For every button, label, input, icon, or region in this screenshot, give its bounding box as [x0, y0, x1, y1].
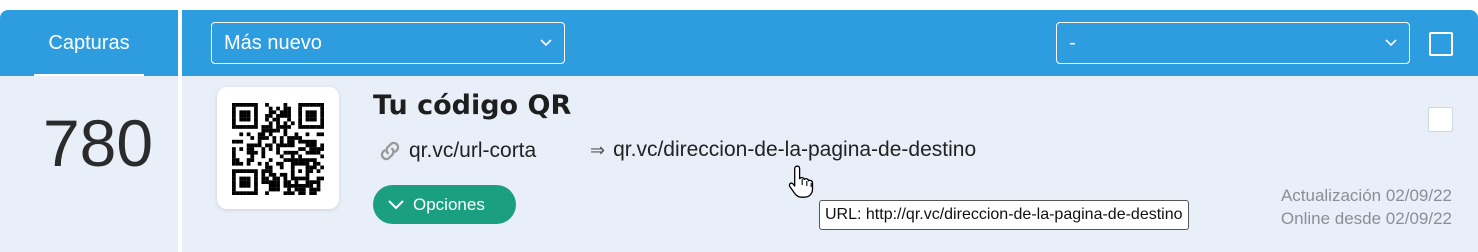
filter-select-value: -	[1069, 31, 1076, 54]
row-select-checkbox[interactable]	[1428, 107, 1453, 132]
short-url-link[interactable]: qr.vc/url-corta	[377, 138, 536, 164]
options-button-label: Opciones	[413, 194, 485, 214]
filter-select[interactable]: -	[1056, 22, 1410, 64]
url-tooltip: URL: http://qr.vc/direccion-de-la-pagina…	[819, 200, 1189, 230]
qr-code-dates: Actualización 02/09/22 Online desde 02/0…	[1281, 184, 1452, 230]
short-url-text: qr.vc/url-corta	[409, 139, 537, 162]
list-header: Capturas Más nuevo -	[0, 10, 1478, 76]
scans-column-header[interactable]: Capturas	[0, 10, 178, 76]
select-all-checkbox[interactable]	[1429, 32, 1453, 56]
hand-pointer-cursor-icon	[788, 165, 814, 198]
online-since-date: Online desde 02/09/22	[1280, 209, 1452, 228]
chevron-down-icon	[388, 199, 404, 209]
qr-code-image	[232, 103, 324, 195]
destination-url-text: qr.vc/direccion-de-la-pagina-de-destino	[613, 138, 977, 161]
scan-count: 780	[42, 106, 154, 180]
options-button[interactable]: Opciones	[373, 185, 516, 224]
qr-code-title[interactable]: Tu código QR	[373, 90, 571, 121]
qr-code-thumbnail[interactable]	[217, 87, 339, 209]
chevron-down-icon	[1385, 39, 1397, 47]
sort-select[interactable]: Más nuevo	[211, 22, 565, 64]
destination-url-link[interactable]: ⇒ qr.vc/direccion-de-la-pagina-de-destin…	[590, 138, 976, 162]
link-icon	[380, 141, 400, 161]
updated-date: Actualización 02/09/22	[1280, 186, 1452, 205]
scans-column-title: Capturas	[48, 31, 130, 54]
chevron-down-icon	[540, 39, 552, 47]
redirect-arrow-icon: ⇒	[590, 139, 606, 160]
sort-select-value: Más nuevo	[224, 31, 322, 54]
